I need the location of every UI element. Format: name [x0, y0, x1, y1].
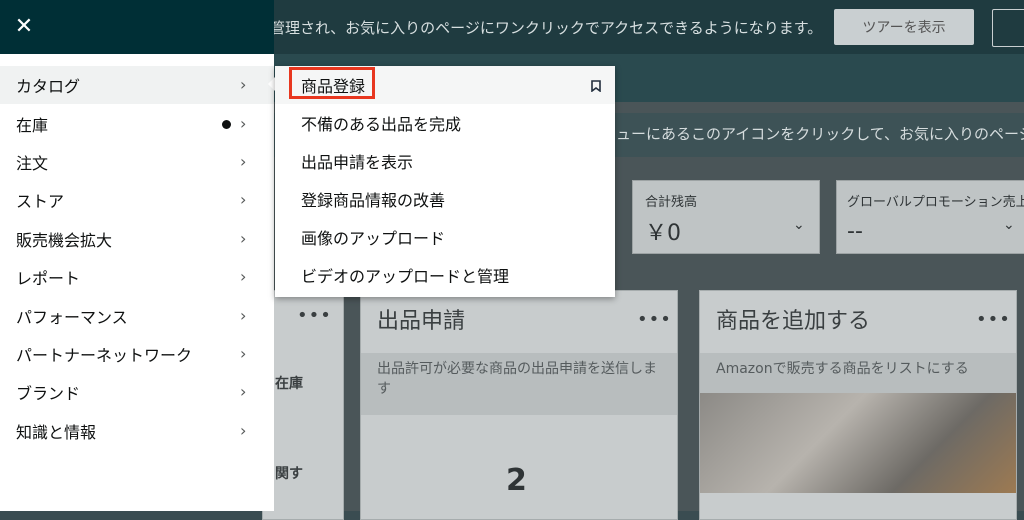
inventory-tile: ••• 在庫 関す [262, 290, 344, 520]
tile-description: 出品許可が必要な商品の出品申請を送信します [361, 353, 677, 415]
menu-item-label: 在庫 [16, 116, 49, 135]
menu-item-brand[interactable]: ブランド › [0, 373, 274, 411]
listing-application-tile: 出品申請 ••• 出品許可が必要な商品の出品申請を送信します 2 [360, 290, 678, 520]
menu-item-label: パフォーマンス [16, 308, 128, 327]
menu-item-label: レポート [16, 269, 81, 288]
highlight-box [289, 67, 375, 99]
notification-dot-icon [222, 120, 231, 129]
menu-item-label: 知識と情報 [16, 423, 97, 442]
promotion-card[interactable]: グローバルプロモーション売上 -- ⌄ [836, 180, 1024, 254]
chevron-right-icon: › [240, 267, 247, 286]
chevron-right-icon: › [240, 382, 247, 401]
side-navigation-menu: ✕ カタログ › 在庫 › 注文 › ストア › 販売機会拡大 › レポート ›… [0, 0, 274, 511]
chevron-right-icon: › [240, 114, 247, 133]
promotion-value: -- [847, 219, 863, 244]
menu-item-catalog[interactable]: カタログ › [0, 66, 274, 104]
add-product-tile: 商品を追加する ••• Amazonで販売する商品をリストにする [699, 290, 1017, 520]
tile-title: 商品を追加する [716, 309, 871, 334]
chevron-right-icon: › [240, 344, 247, 363]
submenu-item-add-products[interactable]: 商品登録 [275, 66, 615, 104]
menu-item-label: パートナーネットワーク [16, 346, 193, 365]
chevron-right-icon: › [240, 75, 247, 94]
chevron-down-icon[interactable]: ⌄ [793, 217, 805, 233]
promotion-title: グローバルプロモーション売上 [847, 195, 1024, 210]
chevron-right-icon: › [240, 421, 247, 440]
product-photo [700, 393, 1016, 493]
banner-text: 管理され、お気に入りのページにワンクリックでアクセスできるようになります。 [270, 19, 823, 37]
submenu-item-label: 画像のアップロード [301, 229, 446, 248]
menu-item-label: カタログ [16, 77, 81, 96]
submenu-item-label: 登録商品情報の改善 [301, 191, 446, 210]
submenu-item-label: 出品申請を表示 [301, 153, 414, 172]
chevron-right-icon: › [240, 229, 247, 248]
show-tour-button[interactable]: ツアーを表示 [834, 9, 974, 45]
submenu-item-view-applications[interactable]: 出品申請を表示 [275, 142, 615, 180]
more-options-icon[interactable]: ••• [637, 309, 672, 330]
balance-value: ￥0 [645, 221, 681, 246]
chevron-right-icon: › [240, 190, 247, 209]
menu-item-reports[interactable]: レポート › [0, 258, 274, 296]
submenu-item-label: 不備のある出品を完成 [301, 115, 462, 134]
tile-partial-text: 在庫 [275, 376, 303, 392]
menu-item-label: ブランド [16, 384, 81, 403]
balance-title: 合計残高 [645, 195, 698, 210]
catalog-submenu: 商品登録 不備のある出品を完成 出品申請を表示 登録商品情報の改善 画像のアップ… [275, 66, 615, 297]
bookmark-icon[interactable] [591, 80, 601, 92]
submenu-item-fix-listings[interactable]: 不備のある出品を完成 [275, 104, 615, 142]
submenu-item-upload-images[interactable]: 画像のアップロード [275, 218, 615, 256]
tile-title: 出品申請 [377, 309, 466, 334]
menu-item-orders[interactable]: 注文 › [0, 143, 274, 181]
menu-header: ✕ [0, 0, 274, 54]
chevron-right-icon: › [240, 306, 247, 325]
submenu-item-improve-listings[interactable]: 登録商品情報の改善 [275, 180, 615, 218]
balance-card[interactable]: 合計残高 ￥0 ⌄ [632, 180, 820, 254]
submenu-item-upload-videos[interactable]: ビデオのアップロードと管理 [275, 256, 615, 294]
chevron-down-icon[interactable]: ⌄ [1003, 217, 1015, 233]
more-options-icon[interactable]: ••• [297, 305, 332, 326]
tile-description: Amazonで販売する商品をリストにする [700, 353, 1016, 393]
menu-item-performance[interactable]: パフォーマンス › [0, 297, 274, 335]
more-options-icon[interactable]: ••• [976, 309, 1011, 330]
banner-secondary-button[interactable] [992, 9, 1024, 47]
tile-partial-text: 関す [275, 466, 303, 482]
menu-item-store[interactable]: ストア › [0, 181, 274, 219]
chevron-right-icon: › [240, 152, 247, 171]
menu-item-label: 販売機会拡大 [16, 231, 113, 250]
menu-item-inventory[interactable]: 在庫 › [0, 105, 274, 143]
menu-item-learn[interactable]: 知識と情報 › [0, 412, 274, 450]
menu-item-partner-network[interactable]: パートナーネットワーク › [0, 335, 274, 373]
menu-item-growth[interactable]: 販売機会拡大 › [0, 220, 274, 258]
submenu-item-label: ビデオのアップロードと管理 [301, 267, 510, 286]
menu-item-label: ストア [16, 192, 65, 211]
application-count: 2 [506, 463, 527, 498]
close-icon[interactable]: ✕ [10, 12, 38, 40]
menu-item-label: 注文 [16, 154, 49, 173]
